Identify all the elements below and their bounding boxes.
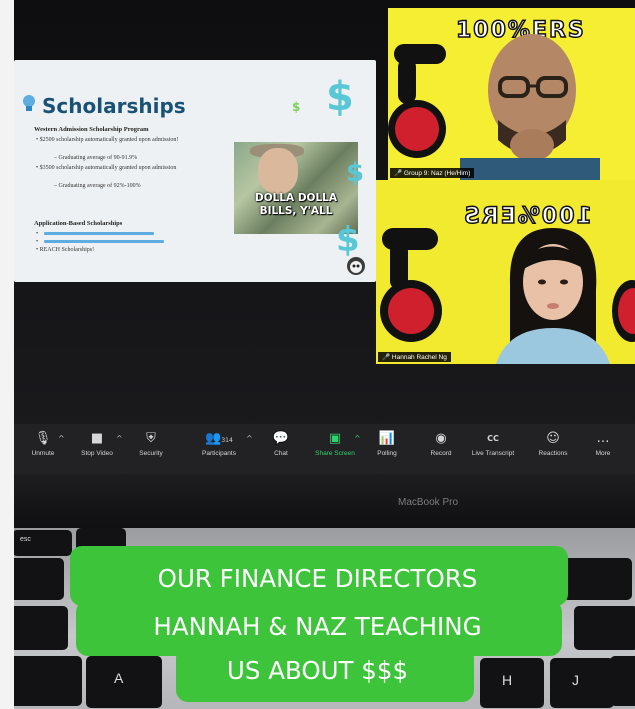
people-icon: 👥314	[205, 431, 233, 446]
security-button[interactable]: ⛨ Security	[122, 431, 180, 458]
meme-caption: DOLLA DOLLA BILLS, Y'ALL	[255, 192, 337, 217]
bullet-link-1[interactable]: •	[36, 230, 38, 238]
program-heading: Western Admission Scholarship Program	[34, 126, 149, 133]
video-tile-hannah[interactable]: 100%ERS 🎤 Hannah Rachel Ng	[376, 180, 635, 364]
chevron-up-icon[interactable]: ^	[58, 434, 65, 443]
caption-line-3: US ABOUT $$$	[226, 656, 409, 685]
participant-name-hannah: 🎤 Hannah Rachel Ng	[378, 352, 451, 362]
participant-video-hannah	[496, 228, 610, 364]
bullet-link-2[interactable]: •	[36, 238, 38, 246]
polling-button[interactable]: 📊 Polling	[358, 431, 416, 458]
dollar-sign-decor: $	[326, 74, 354, 120]
flex-arm-silhouette	[398, 58, 416, 104]
application-heading: Application-Based Scholarships	[34, 220, 123, 227]
participants-button[interactable]: 👥314 Participants	[190, 431, 248, 458]
live-transcript-button[interactable]: CC Live Transcript	[464, 432, 522, 457]
laptop-bottom-bezel	[14, 474, 635, 528]
dollar-sign-decor: $	[292, 100, 301, 114]
ellipsis-icon: …	[596, 431, 610, 446]
bullet-3: • $3500 scholarship automatically grante…	[36, 165, 177, 171]
dollar-sign-decor: $	[336, 220, 360, 260]
participant-video-naz	[460, 34, 600, 180]
chat-button[interactable]: 💬 Chat	[252, 431, 310, 458]
more-button[interactable]: … More	[574, 431, 632, 458]
dollar-sign-decor: $	[346, 158, 365, 188]
record-icon: ◉	[435, 431, 447, 446]
panda-logo-icon	[347, 257, 365, 275]
record-button[interactable]: ◉ Record	[412, 431, 470, 458]
laptop-brand-label: MacBook Pro	[398, 497, 459, 508]
kettlebell-logo-icon	[380, 280, 442, 342]
scholarship-link-2[interactable]	[44, 240, 164, 243]
cc-icon: CC	[487, 434, 499, 443]
caption-line-1: OUR FINANCE DIRECTORS	[157, 564, 478, 593]
photo-left-edge	[0, 0, 14, 709]
photo-of-laptop-screen: Scholarships Western Admission Scholarsh…	[0, 0, 635, 709]
meme-face	[258, 148, 298, 194]
kettlebell-logo-icon	[388, 100, 446, 158]
video-tile-naz[interactable]: 100%ERS 🎤 Group 9: Naz (He/Him)	[388, 8, 635, 180]
zoom-meeting-toolbar: 🎙 Unmute ^ ■ Stop Video ^ ⛨ Security 👥31…	[14, 424, 635, 474]
bar-chart-icon: 📊	[378, 431, 396, 446]
bullet-2: – Graduating average of 90-91.9%	[54, 155, 138, 161]
chat-bubble-icon: 💬	[272, 431, 290, 446]
slide-title: Scholarships	[42, 94, 186, 118]
shield-icon: ⛨	[146, 431, 156, 446]
participant-name-naz: 🎤 Group 9: Naz (He/Him)	[390, 168, 475, 178]
caption-line-2: HANNAH & NAZ TEACHING	[153, 612, 482, 641]
bullet-5: • REACH Scholarships!	[36, 247, 95, 253]
scholarship-link-1[interactable]	[44, 232, 154, 235]
lightbulb-icon	[23, 95, 35, 111]
bullet-1: • $2500 scholarship automatically grante…	[36, 137, 179, 143]
bullet-4: – Graduating average of 92%-100%	[54, 183, 141, 189]
key-esc[interactable]: esc	[12, 530, 72, 556]
shared-slide: Scholarships Western Admission Scholarsh…	[14, 60, 376, 282]
